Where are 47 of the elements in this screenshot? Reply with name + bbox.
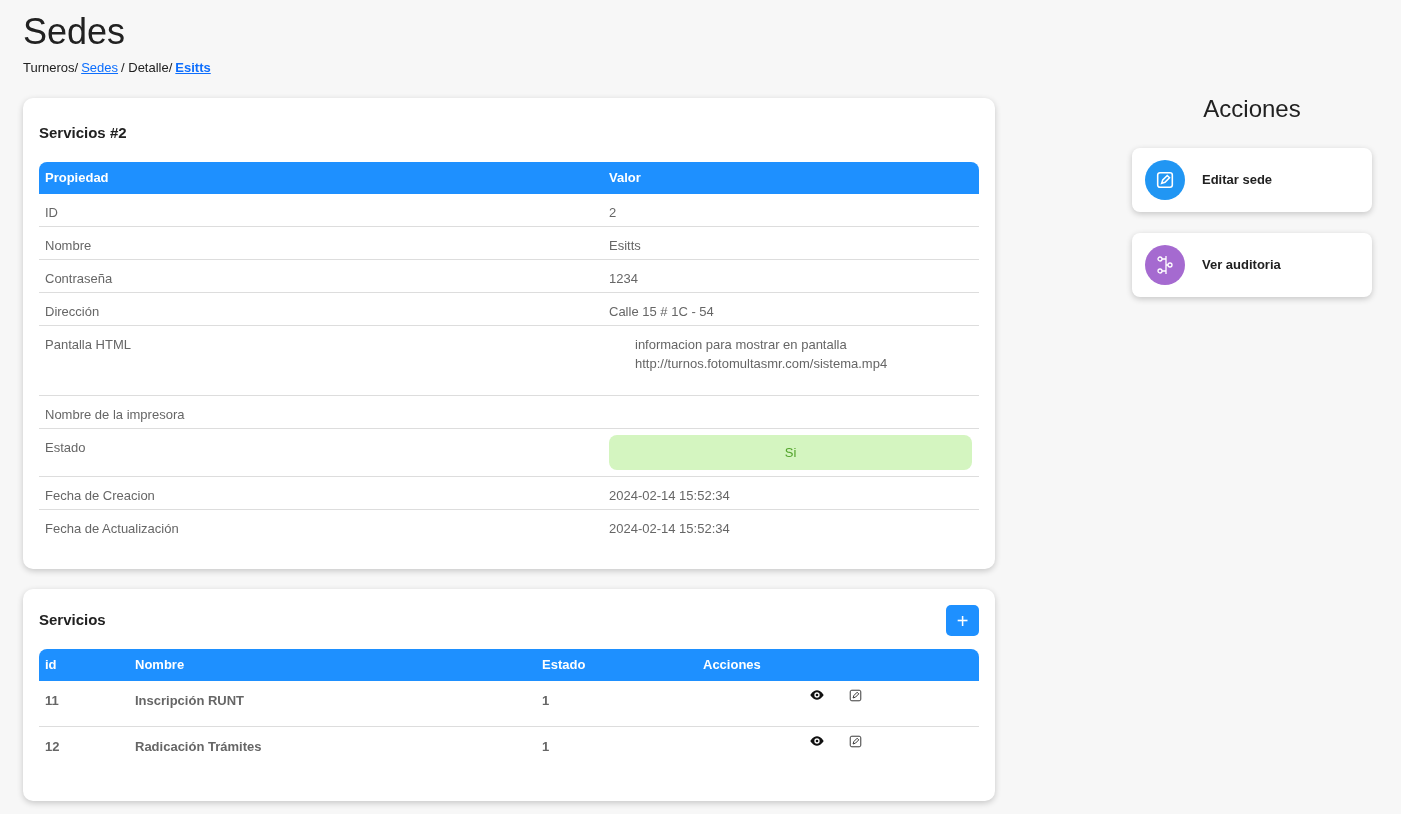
breadcrumb-current[interactable]: Esitts <box>175 58 211 78</box>
edit-icon <box>1156 171 1174 189</box>
table-cell-text: 1 <box>541 692 551 710</box>
column-header: Propiedad <box>44 169 110 188</box>
property-label: Pantalla HTML <box>44 336 132 354</box>
section-title: Acciones <box>1203 94 1301 124</box>
property-value: informacion para mostrar en pantalla <box>635 336 847 354</box>
action-card[interactable]: Ver auditoria <box>1132 233 1372 297</box>
view-icon[interactable] <box>809 687 825 703</box>
column-header: Valor <box>608 169 642 188</box>
property-value: Esitts <box>609 238 641 253</box>
column-header: Estado <box>541 656 587 675</box>
action-card[interactable]: Editar sede <box>1132 148 1372 212</box>
property-value: http://turnos.fotomultasmr.com/sistema.mp4 <box>635 355 888 373</box>
edit-icon[interactable] <box>849 734 862 748</box>
card-title: Servicios #2 <box>39 122 127 143</box>
branch-icon <box>1157 255 1173 275</box>
property-label: ID <box>44 204 59 222</box>
property-value: 1234 <box>609 271 638 286</box>
view-icon[interactable] <box>809 733 825 749</box>
breadcrumb-item: / Detalle/ <box>121 59 173 77</box>
table-cell-text: 12 <box>44 738 61 756</box>
property-label: Fecha de Creacion <box>44 487 156 505</box>
column-header: Nombre <box>134 656 186 675</box>
property-label: Fecha de Actualización <box>44 520 180 538</box>
table-cell-text: Radicación Trámites <box>134 738 263 756</box>
property-label: Dirección <box>44 303 101 321</box>
breadcrumb-link[interactable]: Sedes <box>81 58 119 78</box>
edit-icon[interactable] <box>849 688 862 702</box>
page-title: Sedes <box>23 10 126 54</box>
property-value: 2 <box>609 205 617 220</box>
property-value: 2024-02-14 15:52:34 <box>609 521 730 536</box>
property-label: Nombre <box>44 237 93 255</box>
property-label: Nombre de la impresora <box>44 406 186 424</box>
property-value: Calle 15 # 1C - 54 <box>609 304 714 319</box>
table-cell-text: 1 <box>541 738 551 756</box>
column-header: id <box>44 656 58 675</box>
status-badge: Si <box>609 435 972 470</box>
column-header: Acciones <box>702 656 762 675</box>
property-label: Estado <box>44 439 87 457</box>
add-button[interactable]: + <box>946 605 979 636</box>
table-cell-text: 11 <box>44 692 60 710</box>
card-title: Servicios <box>39 610 106 631</box>
breadcrumb-item: Turneros/ <box>23 59 79 77</box>
property-value: 2024-02-14 15:52:34 <box>609 488 730 503</box>
property-label: Contraseña <box>44 270 114 288</box>
table-cell-text: Inscripción RUNT <box>134 692 246 710</box>
